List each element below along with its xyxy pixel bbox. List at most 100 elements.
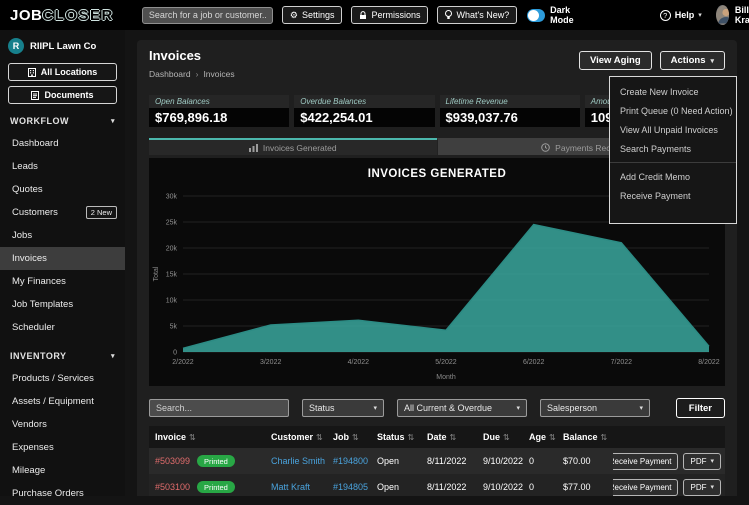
sidebar-item-leads[interactable]: Leads <box>0 155 125 178</box>
sidebar-item-invoices[interactable]: Invoices <box>0 247 125 270</box>
header-status[interactable]: Status⇅ <box>371 432 421 442</box>
settings-button[interactable]: ⚙ Settings <box>282 6 343 24</box>
date-value: 8/11/2022 <box>427 482 466 492</box>
header-customer[interactable]: Customer⇅ <box>265 432 327 442</box>
sidebar-item-assets-equipment[interactable]: Assets / Equipment <box>0 390 125 413</box>
job-link[interactable]: #194805 <box>333 482 368 492</box>
item-label: Customers <box>12 207 58 218</box>
user-menu[interactable]: Billy Kraft ▾ <box>716 5 749 25</box>
sidebar-item-purchase-orders[interactable]: Purchase Orders <box>0 482 125 505</box>
global-search-input[interactable] <box>142 7 273 24</box>
stat-label: Lifetime Revenue <box>440 95 580 108</box>
customer-link[interactable]: Charlie Smith <box>271 456 325 466</box>
table-filter-row: Status ▾ All Current & Overdue ▾ Salespe… <box>149 398 725 418</box>
pdf-button[interactable]: PDF ▾ <box>683 479 721 496</box>
sidebar-item-expenses[interactable]: Expenses <box>0 436 125 459</box>
sort-icon[interactable]: ⇅ <box>503 433 510 442</box>
company-name: RIIPL Lawn Co <box>30 41 96 52</box>
header-age[interactable]: Age⇅ <box>523 432 557 442</box>
building-icon <box>28 68 36 77</box>
item-label: Mileage <box>12 465 45 476</box>
sidebar-item-vendors[interactable]: Vendors <box>0 413 125 436</box>
tab-invoices-generated[interactable]: Invoices Generated <box>149 138 437 155</box>
age-value: 0 <box>529 456 534 466</box>
sidebar-item-jobs[interactable]: Jobs <box>0 224 125 247</box>
settings-label: Settings <box>302 10 335 20</box>
job-link[interactable]: #194800 <box>333 456 368 466</box>
chevron-down-icon: ▾ <box>639 404 643 412</box>
sort-icon[interactable]: ⇅ <box>352 433 359 442</box>
actions-button[interactable]: Actions ▾ <box>660 51 725 70</box>
header-invoice[interactable]: Invoice⇅ <box>149 432 265 442</box>
invoice-number-link[interactable]: #503099 <box>155 456 190 466</box>
sort-icon[interactable]: ⇅ <box>549 433 556 442</box>
menu-item-print-queue[interactable]: Print Queue (0 Need Action) <box>610 101 736 120</box>
pdf-label: PDF <box>690 483 706 492</box>
item-label: My Finances <box>12 276 66 287</box>
view-aging-button[interactable]: View Aging <box>579 51 652 70</box>
filter-button[interactable]: Filter <box>676 398 725 418</box>
menu-item-create-new-invoice[interactable]: Create New Invoice <box>610 82 736 101</box>
all-locations-label: All Locations <box>41 67 98 77</box>
sidebar-item-mileage[interactable]: Mileage <box>0 459 125 482</box>
invoice-number-link[interactable]: #503100 <box>155 482 190 492</box>
chevron-down-icon: ▾ <box>710 457 714 465</box>
sort-icon[interactable]: ⇅ <box>450 433 457 442</box>
select-label: Salesperson <box>547 403 597 413</box>
whats-new-button[interactable]: What's New? <box>437 6 517 24</box>
chevron-down-icon: ▾ <box>373 404 377 412</box>
logo-primary: JOB <box>10 7 42 24</box>
header-job[interactable]: Job⇅ <box>327 432 371 442</box>
page-actions: View Aging Actions ▾ <box>579 51 725 70</box>
sort-icon[interactable]: ⇅ <box>601 433 608 442</box>
svg-text:Total: Total <box>153 266 160 281</box>
menu-item-view-all-unpaid[interactable]: View All Unpaid Invoices <box>610 120 736 139</box>
header-label: Customer <box>271 432 313 442</box>
inventory-section-header[interactable]: INVENTORY ▾ <box>0 339 125 367</box>
breadcrumb-dashboard[interactable]: Dashboard <box>149 69 191 79</box>
documents-button[interactable]: Documents <box>8 86 117 104</box>
salesperson-select[interactable]: Salesperson ▾ <box>540 399 650 417</box>
sidebar-item-customers[interactable]: Customers 2 New <box>0 201 125 224</box>
header-due[interactable]: Due⇅ <box>477 432 523 442</box>
header-balance[interactable]: Balance⇅ <box>557 432 613 442</box>
header-label: Job <box>333 432 349 442</box>
help-menu[interactable]: ? Help ▾ <box>660 10 702 21</box>
permissions-button[interactable]: Permissions <box>351 6 428 24</box>
svg-text:6/2022: 6/2022 <box>523 359 545 366</box>
pdf-button[interactable]: PDF ▾ <box>683 453 721 470</box>
menu-item-receive-payment[interactable]: Receive Payment <box>610 186 736 205</box>
scope-select[interactable]: All Current & Overdue ▾ <box>397 399 527 417</box>
svg-text:5k: 5k <box>170 324 178 331</box>
sidebar-item-dashboard[interactable]: Dashboard <box>0 132 125 155</box>
sort-icon[interactable]: ⇅ <box>408 433 415 442</box>
menu-item-search-payments[interactable]: Search Payments <box>610 139 736 158</box>
receive-payment-button[interactable]: Receive Payment <box>613 453 678 470</box>
company-selector[interactable]: R RIIPL Lawn Co <box>0 30 125 58</box>
sidebar-item-job-templates[interactable]: Job Templates <box>0 293 125 316</box>
svg-text:7/2022: 7/2022 <box>611 359 633 366</box>
tab-label: Invoices Generated <box>263 143 337 153</box>
dark-mode-toggle[interactable] <box>527 9 545 22</box>
menu-item-add-credit-memo[interactable]: Add Credit Memo <box>610 167 736 186</box>
sidebar-item-quotes[interactable]: Quotes <box>0 178 125 201</box>
workflow-section-header[interactable]: WORKFLOW ▾ <box>0 104 125 132</box>
header-date[interactable]: Date⇅ <box>421 432 477 442</box>
sort-icon[interactable]: ⇅ <box>316 433 323 442</box>
sort-icon[interactable]: ⇅ <box>189 433 196 442</box>
header-label: Balance <box>563 432 598 442</box>
header-label: Due <box>483 432 500 442</box>
receive-payment-button[interactable]: Receive Payment <box>613 479 678 496</box>
all-locations-button[interactable]: All Locations <box>8 63 117 81</box>
item-label: Expenses <box>12 442 54 453</box>
sidebar-item-products-services[interactable]: Products / Services <box>0 367 125 390</box>
app-logo[interactable]: JOB CLOSER <box>10 7 114 24</box>
customer-link[interactable]: Matt Kraft <box>271 482 310 492</box>
status-select[interactable]: Status ▾ <box>302 399 384 417</box>
sidebar-item-scheduler[interactable]: Scheduler <box>0 316 125 339</box>
workflow-title: WORKFLOW <box>10 116 69 126</box>
table-search-input[interactable] <box>149 399 289 417</box>
table-header-row: Invoice⇅ Customer⇅ Job⇅ Status⇅ Date⇅ Du… <box>149 426 725 448</box>
sidebar-item-my-finances[interactable]: My Finances <box>0 270 125 293</box>
lightbulb-icon <box>445 10 452 20</box>
